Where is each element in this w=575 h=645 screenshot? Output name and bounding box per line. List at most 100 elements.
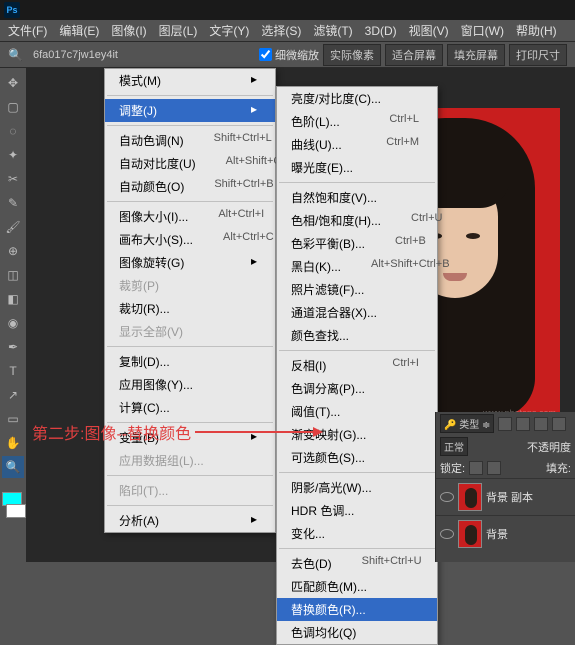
menu-match-color[interactable]: 匹配颜色(M)... (277, 575, 437, 598)
path-tool-icon[interactable]: ↗ (2, 384, 24, 406)
menu-trim[interactable]: 裁切(R)... (105, 297, 275, 320)
image-dropdown: 模式(M)▸ 调整(J)▸ 自动色调(N)Shift+Ctrl+L 自动对比度(… (104, 68, 276, 533)
menu-layer[interactable]: 图层(L) (153, 19, 204, 42)
menu-edit[interactable]: 编辑(E) (53, 19, 105, 42)
menu-channel-mixer[interactable]: 通道混合器(X)... (277, 301, 437, 324)
menu-3d[interactable]: 3D(D) (359, 21, 403, 41)
eyedropper-tool-icon[interactable]: ✎ (2, 192, 24, 214)
lock-pixels-icon[interactable] (487, 461, 501, 475)
options-bar: 🔍 6fa017c7jw1ey4it 细微缩放 实际像素 适合屏幕 填充屏幕 打… (0, 42, 575, 68)
brush-tool-icon[interactable]: 🖌 (2, 216, 24, 238)
layer-row[interactable]: 背景 (436, 515, 575, 552)
menu-brightness-contrast[interactable]: 亮度/对比度(C)... (277, 87, 437, 110)
print-size-button[interactable]: 打印尺寸 (509, 44, 567, 66)
menu-analysis[interactable]: 分析(A)▸ (105, 509, 275, 532)
menu-curves[interactable]: 曲线(U)...Ctrl+M (277, 133, 437, 156)
background-color[interactable] (6, 504, 26, 518)
menu-equalize[interactable]: 色调均化(Q) (277, 621, 437, 644)
menu-vibrance[interactable]: 自然饱和度(V)... (277, 186, 437, 209)
menu-replace-color[interactable]: 替换颜色(R)... (277, 598, 437, 621)
eraser-tool-icon[interactable]: ◫ (2, 264, 24, 286)
layer-name[interactable]: 背景 (486, 526, 508, 542)
menu-canvas-size[interactable]: 画布大小(S)...Alt+Ctrl+C (105, 228, 275, 251)
file-tab[interactable]: 6fa017c7jw1ey4it (33, 49, 118, 61)
menu-adjustments[interactable]: 调整(J)▸ (105, 99, 275, 122)
menu-variations[interactable]: 变化... (277, 522, 437, 545)
menu-mode[interactable]: 模式(M)▸ (105, 69, 275, 92)
menu-invert[interactable]: 反相(I)Ctrl+I (277, 354, 437, 377)
fill-label: 填充: (546, 460, 571, 476)
menu-calculations[interactable]: 计算(C)... (105, 396, 275, 419)
filter-text-icon[interactable] (534, 417, 548, 431)
layers-panel: 🔑 类型 ≑ 正常 不透明度 锁定: 填充: 背景 副本 背景 (435, 412, 575, 562)
layer-name[interactable]: 背景 副本 (486, 489, 533, 505)
move-tool-icon[interactable]: ✥ (2, 72, 24, 94)
tutorial-annotation: 第二步:图像--替换颜色 (32, 420, 315, 444)
menu-crop: 裁剪(P) (105, 274, 275, 297)
menu-auto-tone[interactable]: 自动色调(N)Shift+Ctrl+L (105, 129, 275, 152)
menu-type[interactable]: 文字(Y) (203, 19, 255, 42)
menu-view[interactable]: 视图(V) (403, 19, 455, 42)
menu-black-white[interactable]: 黑白(K)...Alt+Shift+Ctrl+B (277, 255, 437, 278)
menu-hdr-toning[interactable]: HDR 色调... (277, 499, 437, 522)
pen-tool-icon[interactable]: ✒ (2, 336, 24, 358)
shape-tool-icon[interactable]: ▭ (2, 408, 24, 430)
menu-color-balance[interactable]: 色彩平衡(B)...Ctrl+B (277, 232, 437, 255)
text-tool-icon[interactable]: T (2, 360, 24, 382)
menu-file[interactable]: 文件(F) (2, 19, 53, 42)
menu-reveal-all: 显示全部(V) (105, 320, 275, 343)
menu-filter[interactable]: 滤镜(T) (307, 19, 358, 42)
wand-tool-icon[interactable]: ✦ (2, 144, 24, 166)
zoom-tool-icon[interactable]: 🔍 (2, 456, 24, 478)
tool-panel: ✥ ▢ ◌ ✦ ✂ ✎ 🖌 ⊕ ◫ ◧ ◉ ✒ T ↗ ▭ ✋ 🔍 (0, 68, 26, 562)
scrubby-zoom-checkbox[interactable]: 细微缩放 (259, 47, 319, 63)
menu-apply-image[interactable]: 应用图像(Y)... (105, 373, 275, 396)
menu-color-lookup[interactable]: 颜色查找... (277, 324, 437, 347)
marquee-tool-icon[interactable]: ▢ (2, 96, 24, 118)
menu-window[interactable]: 窗口(W) (455, 19, 510, 42)
fit-screen-button[interactable]: 适合屏幕 (385, 44, 443, 66)
actual-pixels-button[interactable]: 实际像素 (323, 44, 381, 66)
menu-levels[interactable]: 色阶(L)...Ctrl+L (277, 110, 437, 133)
fill-screen-button[interactable]: 填充屏幕 (447, 44, 505, 66)
menu-posterize[interactable]: 色调分离(P)... (277, 377, 437, 400)
blur-tool-icon[interactable]: ◉ (2, 312, 24, 334)
menu-auto-color[interactable]: 自动颜色(O)Shift+Ctrl+B (105, 175, 275, 198)
crop-tool-icon[interactable]: ✂ (2, 168, 24, 190)
menu-selective-color[interactable]: 可选颜色(S)... (277, 446, 437, 469)
opacity-label: 不透明度 (527, 439, 571, 455)
layer-thumbnail[interactable] (458, 520, 482, 548)
hand-tool-icon[interactable]: ✋ (2, 432, 24, 454)
gradient-tool-icon[interactable]: ◧ (2, 288, 24, 310)
layer-row[interactable]: 背景 副本 (436, 478, 575, 515)
layer-thumbnail[interactable] (458, 483, 482, 511)
menubar: 文件(F) 编辑(E) 图像(I) 图层(L) 文字(Y) 选择(S) 滤镜(T… (0, 20, 575, 42)
menu-photo-filter[interactable]: 照片滤镜(F)... (277, 278, 437, 301)
visibility-icon[interactable] (440, 529, 454, 539)
kind-filter[interactable]: 🔑 类型 ≑ (440, 414, 494, 433)
menu-hue-saturation[interactable]: 色相/饱和度(H)...Ctrl+U (277, 209, 437, 232)
menu-shadows-highlights[interactable]: 阴影/高光(W)... (277, 476, 437, 499)
menu-image-size[interactable]: 图像大小(I)...Alt+Ctrl+I (105, 205, 275, 228)
lock-label: 锁定: (440, 460, 465, 476)
menu-image-rotation[interactable]: 图像旋转(G)▸ (105, 251, 275, 274)
app-logo: Ps (4, 2, 20, 18)
menu-image[interactable]: 图像(I) (105, 19, 152, 42)
blend-mode-select[interactable]: 正常 (440, 437, 468, 456)
filter-shape-icon[interactable] (552, 417, 566, 431)
filter-pixel-icon[interactable] (498, 417, 512, 431)
menu-duplicate[interactable]: 复制(D)... (105, 350, 275, 373)
stamp-tool-icon[interactable]: ⊕ (2, 240, 24, 262)
lock-transparent-icon[interactable] (469, 461, 483, 475)
arrow-icon (195, 431, 315, 433)
menu-auto-contrast[interactable]: 自动对比度(U)Alt+Shift+Ctrl+L (105, 152, 275, 175)
filter-adjust-icon[interactable] (516, 417, 530, 431)
menu-help[interactable]: 帮助(H) (510, 19, 563, 42)
lasso-tool-icon[interactable]: ◌ (2, 120, 24, 142)
menu-desaturate[interactable]: 去色(D)Shift+Ctrl+U (277, 552, 437, 575)
visibility-icon[interactable] (440, 492, 454, 502)
menu-exposure[interactable]: 曝光度(E)... (277, 156, 437, 179)
menu-select[interactable]: 选择(S) (255, 19, 307, 42)
menu-apply-dataset: 应用数据组(L)... (105, 449, 275, 472)
adjustments-dropdown: 亮度/对比度(C)... 色阶(L)...Ctrl+L 曲线(U)...Ctrl… (276, 86, 438, 645)
